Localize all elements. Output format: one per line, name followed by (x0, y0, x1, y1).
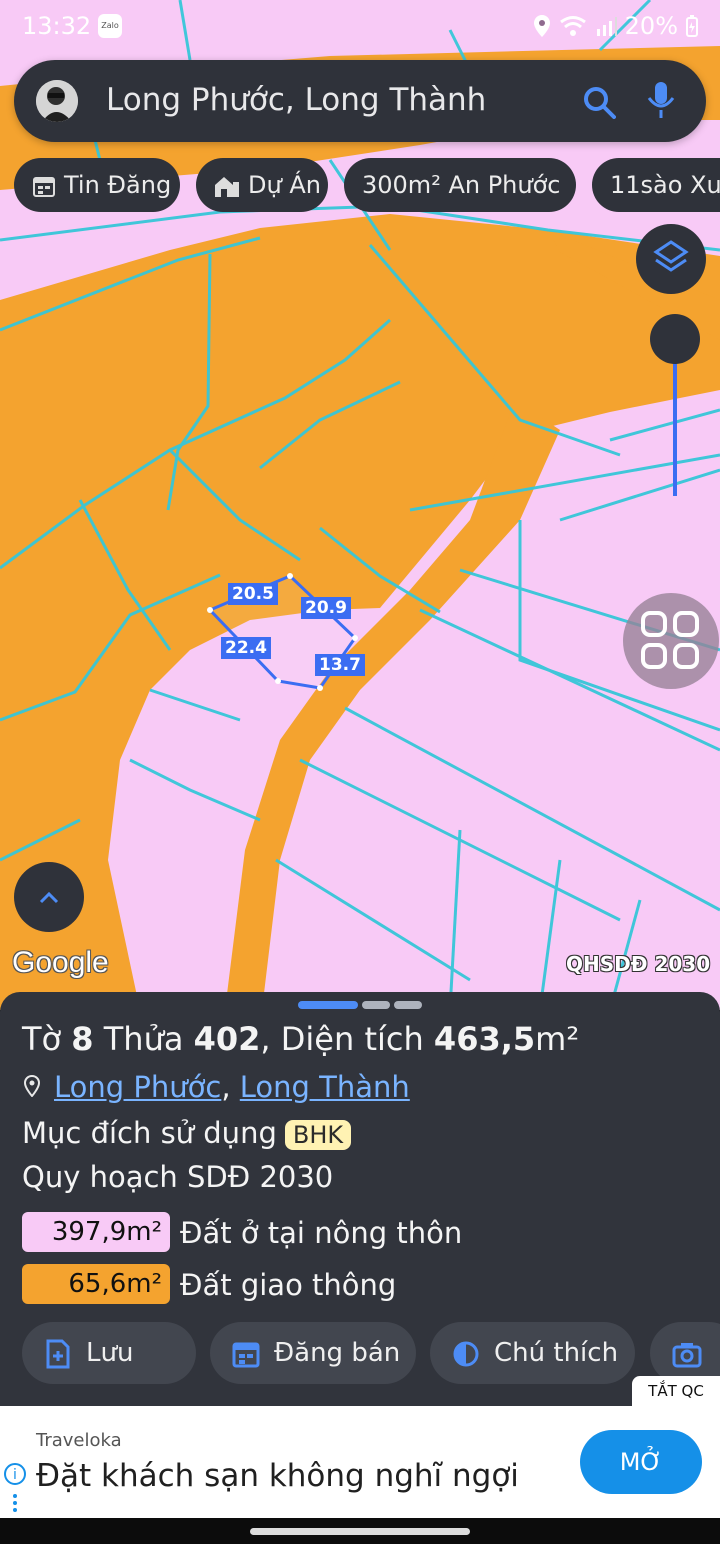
ad-info-icon[interactable]: i (4, 1462, 26, 1514)
sheet-number: 8 (71, 1020, 94, 1058)
legend-label: Chú thích (494, 1338, 619, 1368)
search-bar[interactable]: Long Phước, Long Thành (14, 60, 706, 142)
district-link[interactable]: Long Thành (240, 1070, 410, 1104)
land-use-badge: BHK (284, 1120, 352, 1150)
plot-label: Thửa (103, 1020, 184, 1058)
photo-button[interactable] (650, 1322, 720, 1384)
ad-open-button[interactable]: MỞ (580, 1430, 702, 1494)
chip-du-an[interactable]: Dự Án (196, 158, 328, 212)
measurement-label: 20.5 (228, 583, 278, 605)
post-sale-button[interactable]: Đăng bán (210, 1322, 416, 1384)
area-value: 463,5 (433, 1020, 536, 1058)
plus-file-icon (46, 1339, 70, 1368)
location-icon (533, 15, 550, 37)
expand-up-button[interactable] (14, 862, 84, 932)
map-layer[interactable] (0, 0, 720, 1010)
navigation-bar (0, 1518, 720, 1544)
zoom-slider-handle[interactable] (650, 314, 700, 364)
wifi-icon (559, 16, 586, 36)
chip-300m2-an-phuoc[interactable]: 300m² An Phước (344, 158, 576, 212)
calendar-icon (33, 177, 55, 197)
battery-icon (686, 15, 698, 37)
land-use-label: Mục đích sử dụng (22, 1116, 277, 1150)
breakdown-label-transport: Đất giao thông (180, 1268, 397, 1302)
status-bar: 13:32 Zalo 20% (0, 0, 720, 50)
layers-icon (653, 240, 689, 272)
ad-brand: Traveloka (36, 1430, 122, 1451)
map-plan-label: QHSDĐ 2030 (566, 952, 711, 976)
breakdown-area-transport: 65,6m² (22, 1264, 170, 1304)
close-ad-button[interactable]: TẮT QC (632, 1376, 720, 1406)
signal-icon (596, 17, 617, 36)
parcel-title: Tờ 8 Thửa 402, Diện tích 463,5m² (22, 1020, 579, 1058)
measurement-label: 22.4 (221, 637, 271, 659)
google-logo: Google (12, 946, 109, 979)
page-indicator[interactable] (362, 1001, 390, 1009)
page-indicator-active[interactable] (298, 1001, 358, 1009)
chip-label: 11sào Xuân (610, 171, 720, 199)
status-time: 13:32 (22, 12, 92, 40)
zalo-notification-icon: Zalo (98, 14, 122, 38)
home-indicator[interactable] (250, 1528, 470, 1535)
measurement-label: 13.7 (315, 654, 365, 676)
location-row: Long Phước, Long Thành (23, 1070, 410, 1104)
grid-menu-button[interactable] (623, 593, 719, 689)
house-icon (215, 177, 239, 197)
search-icon[interactable] (582, 85, 616, 119)
plot-number: 402 (193, 1020, 261, 1058)
svg-text:i: i (13, 1467, 17, 1483)
grid-icon (641, 611, 699, 669)
land-use-row: Mục đích sử dụng BHK (22, 1116, 352, 1150)
layers-button[interactable] (636, 224, 706, 294)
save-button[interactable]: Lưu (22, 1322, 196, 1384)
contrast-icon (453, 1341, 479, 1366)
plan-title: Quy hoạch SDĐ 2030 (22, 1160, 334, 1194)
breakdown-area-residential: 397,9m² (22, 1212, 170, 1252)
legend-button[interactable]: Chú thích (430, 1322, 635, 1384)
chip-label: 300m² An Phước (362, 171, 561, 199)
ad-banner[interactable]: Traveloka Đặt khách sạn không nghĩ ngợi … (0, 1406, 720, 1518)
app-screen: 20.5 20.9 22.4 13.7 13:32 Zalo 20% Long … (0, 0, 720, 1544)
chip-tin-dang[interactable]: Tin Đăng (14, 158, 180, 212)
location-separator: , (221, 1070, 240, 1104)
area-unit: m² (535, 1020, 580, 1058)
save-label: Lưu (86, 1338, 134, 1368)
chip-label: Dự Án (248, 171, 321, 199)
camera-icon (672, 1342, 702, 1367)
breakdown-label-residential: Đất ở tại nông thôn (180, 1216, 463, 1250)
chip-11sao-xuan[interactable]: 11sào Xuân (592, 158, 720, 212)
post-sale-label: Đăng bán (274, 1338, 401, 1368)
ward-link[interactable]: Long Phước (54, 1070, 221, 1104)
page-indicator[interactable] (394, 1001, 422, 1009)
ad-headline: Đặt khách sạn không nghĩ ngợi (36, 1458, 519, 1494)
calendar-icon (232, 1342, 260, 1367)
map-view[interactable]: 20.5 20.9 22.4 13.7 (0, 0, 720, 1010)
measurement-label: 20.9 (301, 597, 351, 619)
avatar[interactable] (36, 80, 78, 122)
microphone-icon[interactable] (644, 80, 678, 120)
area-label: , Diện tích (260, 1020, 424, 1058)
sheet-label: Tờ (22, 1020, 62, 1058)
status-icons: 20% (533, 12, 698, 40)
chip-label: Tin Đăng (64, 171, 172, 199)
battery-percent: 20% (624, 12, 678, 40)
search-query[interactable]: Long Phước, Long Thành (106, 82, 486, 118)
location-pin-icon (23, 1074, 41, 1098)
chevron-up-icon (39, 891, 59, 904)
